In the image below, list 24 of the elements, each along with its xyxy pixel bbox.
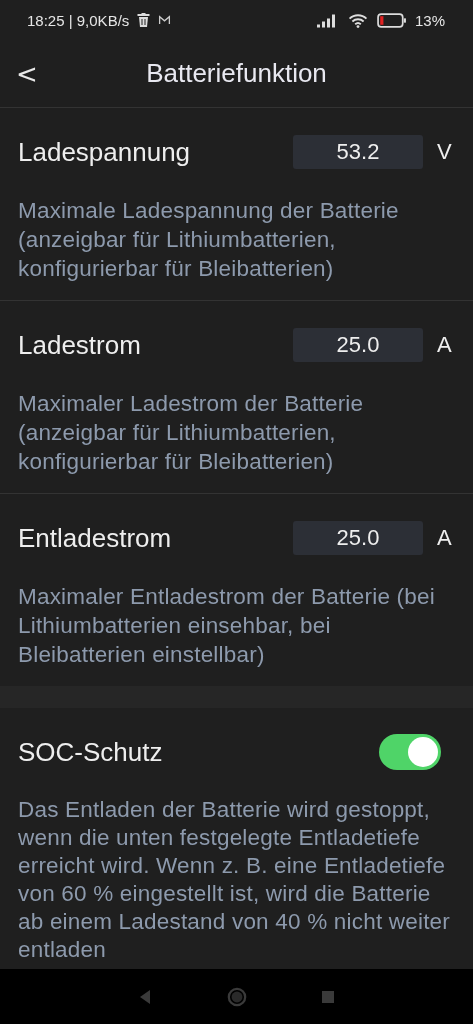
setting-description: Maximale Ladespannung der Batterie (anzeigbar für Lithiumbatterien, konfigurierbar für Bleibatterien) [18, 197, 400, 283]
toggle-switch[interactable] [379, 734, 441, 770]
setting-description: Maximaler Ladestrom der Batterie (anzeigbar für Lithiumbatterien, konfigurierbar für Bleibatterien) [18, 390, 365, 476]
setting-label: SOC-Schutz [18, 736, 163, 768]
setting-label: Entladestrom [18, 522, 172, 554]
unit-label: A [437, 525, 453, 551]
battery-icon [376, 12, 407, 28]
back-button[interactable]: < [10, 58, 44, 89]
home-icon[interactable] [226, 986, 247, 1007]
setting-description: Maximaler Entladestrom der Batterie (bei Lithiumbatterien einsehbar, bei Bleibatterien einstellbar) [18, 583, 436, 669]
unit-label: A [437, 332, 453, 358]
setting-label: Ladestrom [18, 329, 141, 361]
value-field[interactable]: 25.0 [293, 328, 423, 362]
mail-icon [158, 13, 172, 27]
page-title: Batteriefunktion [146, 58, 327, 89]
setting-description: Das Entladen der Batterie wird gestoppt, wenn die unten festgelegte Entladetiefe erreicht wird. Wenn z. B. eine Entladetiefe von 60 % eingestellt ist, wird die Batterie ab einem Ladestand von 40 % nicht weiter entladen [18, 796, 452, 964]
wifi-icon [346, 12, 369, 28]
trash-icon [137, 13, 151, 27]
value-field[interactable]: 25.0 [293, 521, 423, 555]
setting-label: Ladespannung [18, 136, 191, 168]
value-field[interactable]: 53.2 [293, 135, 423, 169]
battery-percent: 13% [414, 11, 445, 29]
status-time: 18:25 | 9,0KB/s [27, 11, 130, 29]
unit-label: V [437, 139, 453, 165]
